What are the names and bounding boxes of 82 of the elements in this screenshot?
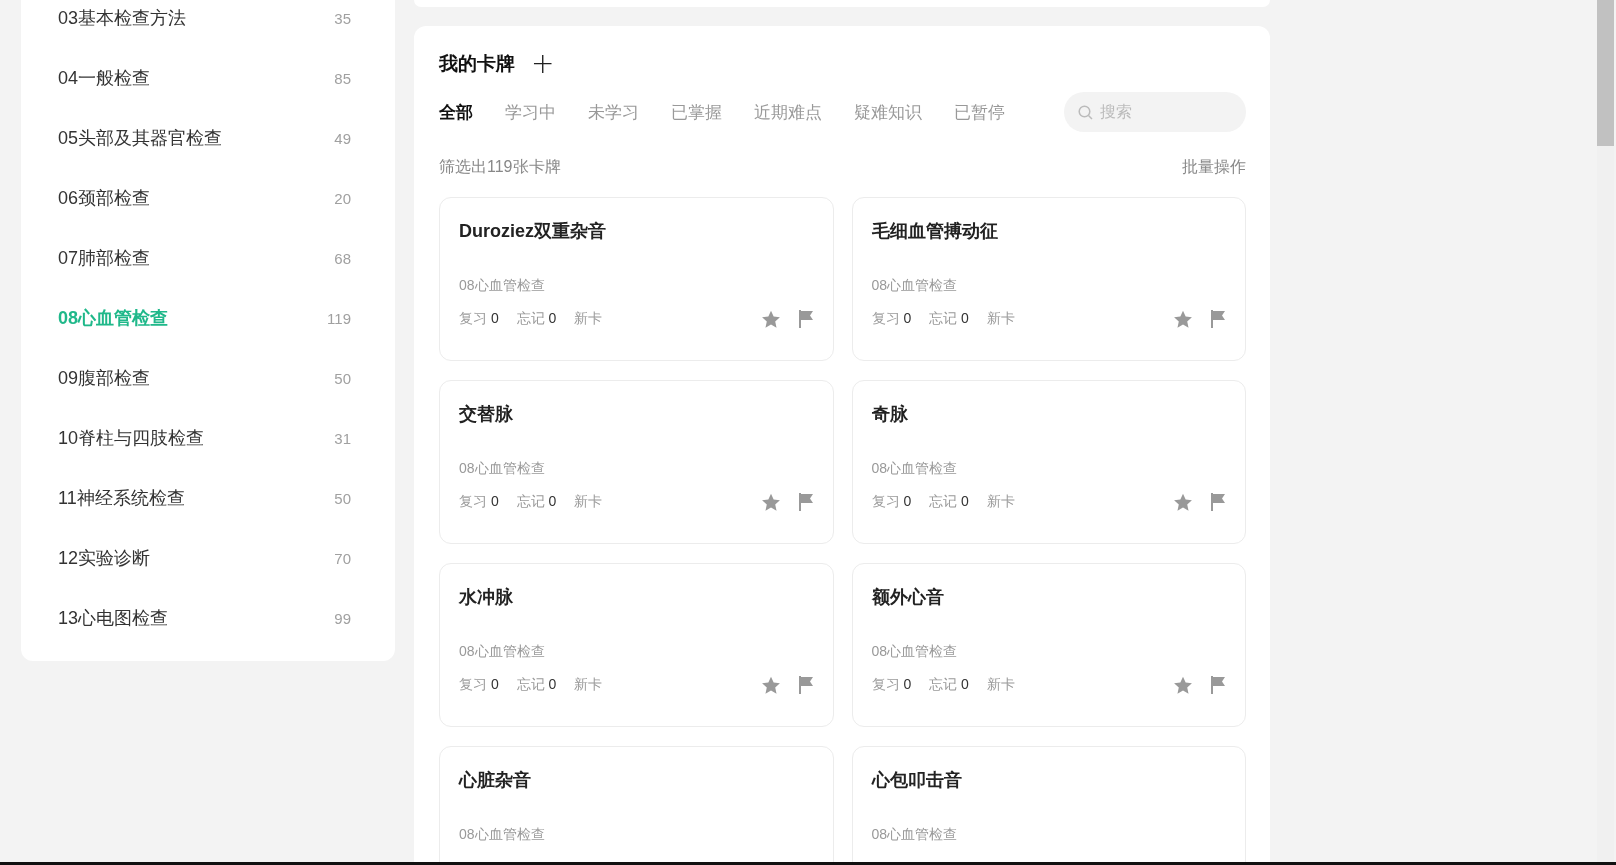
forget-count: 忘记 0 [516,493,557,511]
flashcard[interactable]: 奇脉 08心血管检查 复习 0 忘记 0 新卡 [851,380,1246,544]
review-count: 复习 0 [871,493,912,511]
card-title: 心包叩击音 [871,769,962,792]
review-count: 复习 0 [871,310,912,328]
flashcard[interactable]: Duroziez双重杂音 08心血管检查 复习 0 忘记 0 新卡 [439,197,834,361]
card-count: 35 [334,9,351,27]
flashcard[interactable]: 交替脉 08心血管检查 复习 0 忘记 0 新卡 [439,380,834,544]
star-icon[interactable] [760,309,781,329]
card-count: 70 [334,549,351,567]
card-title: 毛细血管搏动征 [871,220,998,243]
card-title: 奇脉 [871,403,908,426]
chapter-item[interactable]: 09腹部检查 [58,366,151,390]
card-status: 新卡 [986,676,1015,694]
star-icon[interactable] [760,675,781,695]
chapter-item[interactable]: 05头部及其器官检查 [58,126,223,150]
review-count: 复习 0 [871,676,912,694]
card-status: 新卡 [574,676,603,694]
card-title: 水冲脉 [459,586,513,609]
forget-count: 忘记 0 [516,310,557,328]
forget-count: 忘记 0 [929,676,969,694]
flashcard[interactable]: 毛细血管搏动征 08心血管检查 复习 0 忘记 0 新卡 [851,197,1246,361]
chapter-item[interactable]: 11神经系统检查 [58,486,185,510]
card-status: 新卡 [986,310,1015,328]
card-title: 心脏杂音 [459,769,531,792]
card-status: 新卡 [986,493,1015,511]
card-title: 额外心音 [871,586,944,609]
star-icon[interactable] [1173,492,1193,512]
flag-icon[interactable] [797,310,814,328]
chapter-item[interactable]: 12实验诊断 [58,546,151,570]
flag-icon[interactable] [797,676,814,694]
card-count: 50 [334,489,351,507]
chapter-item[interactable]: 06颈部检查 [58,186,151,210]
filter-tab[interactable]: 全部 [439,100,473,124]
card-count: 50 [334,369,351,387]
star-icon[interactable] [760,492,781,512]
card-status: 新卡 [574,310,603,328]
flag-icon[interactable] [1210,676,1226,694]
card-count: 49 [334,129,351,147]
card-count: 31 [334,429,351,447]
card-category: 08心血管检查 [459,459,545,477]
card-category: 08心血管检查 [459,825,545,843]
card-count: 85 [334,69,351,87]
card-category: 08心血管检查 [459,276,545,294]
flag-icon[interactable] [1210,493,1226,511]
card-count: 99 [334,609,351,627]
chapter-item[interactable]: 03基本检查方法 [58,6,187,30]
chapter-item[interactable]: 10脊柱与四肢检查 [58,426,205,450]
card-category: 08心血管检查 [871,642,958,660]
card-category: 08心血管检查 [871,825,958,843]
card-category: 08心血管检查 [459,642,545,660]
flashcard[interactable]: 额外心音 08心血管检查 复习 0 忘记 0 新卡 [851,563,1246,727]
card-count: 119 [327,309,351,327]
star-icon[interactable] [1173,309,1193,329]
review-count: 复习 0 [459,676,499,694]
chapter-item[interactable]: 04一般检查 [58,66,151,90]
search-field[interactable]: 搜索 [1064,92,1246,132]
card-category: 08心血管检查 [871,276,958,294]
card-status: 新卡 [574,493,603,511]
panel-title: 我的卡牌 [439,52,515,76]
review-count: 复习 0 [459,493,499,511]
card-category: 08心血管检查 [871,459,958,477]
forget-count: 忘记 0 [929,493,969,511]
add-button[interactable]: + [531,50,555,78]
forget-count: 忘记 0 [516,676,557,694]
card-title: Duroziez双重杂音 [459,220,606,243]
filter-summary: 筛选出119张卡牌 [439,157,561,177]
chapter-item[interactable]: 13心电图检查 [58,606,169,630]
card-count: 68 [334,249,351,267]
batch-action-link[interactable]: 批量操作 [1182,156,1246,178]
forget-count: 忘记 0 [929,310,969,328]
flashcard[interactable]: 水冲脉 08心血管检查 复习 0 忘记 0 新卡 [439,563,834,727]
flashcard[interactable]: 心脏杂音 08心血管检查 [439,746,834,862]
card-title: 交替脉 [459,403,513,426]
flag-icon[interactable] [797,493,814,511]
scrollbar-thumb[interactable] [1597,0,1614,146]
flag-icon[interactable] [1210,310,1226,328]
flashcard[interactable]: 心包叩击音 08心血管检查 [851,746,1246,862]
review-count: 复习 0 [459,310,499,328]
chapter-item[interactable]: 07肺部检查 [58,246,151,270]
star-icon[interactable] [1173,675,1193,695]
card-count: 20 [334,189,351,207]
